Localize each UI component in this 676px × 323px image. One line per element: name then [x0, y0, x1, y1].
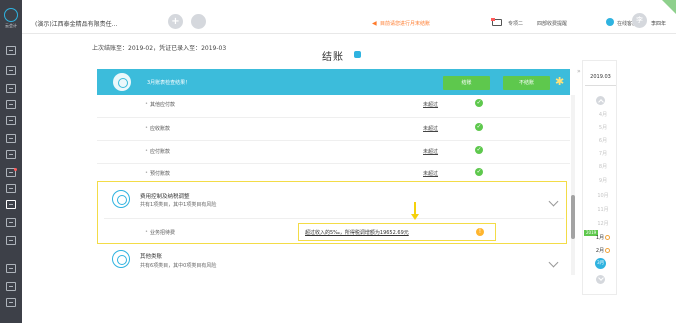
top-bar: (演示)江西泰金精品有限责任... + ◀ 目前请您进行月末结账 专项二 四部收… [22, 0, 676, 34]
bullet: • [145, 148, 148, 154]
current-period: 2019.03 [585, 74, 616, 86]
logo-text: 云会计 [5, 23, 17, 28]
logo-icon [4, 8, 18, 22]
scroll-down-icon[interactable] [596, 275, 605, 284]
check-icon: ✓ [475, 99, 483, 107]
avatar[interactable]: 李 [632, 13, 647, 28]
row-status-link[interactable]: 未超过 [423, 170, 438, 177]
nav-asset-icon[interactable] [6, 150, 16, 159]
speaker-icon: ◀ [372, 20, 377, 27]
divider [97, 163, 570, 164]
month-current[interactable]: 3月 [595, 258, 606, 269]
star-icon [112, 250, 130, 268]
closing-info: 上次结账至：2019-02，凭证已录入至：2019-03 [92, 45, 227, 52]
nav-payroll-icon[interactable] [6, 184, 16, 193]
month-item-done[interactable]: 2月 [588, 247, 618, 254]
nav-closing-icon[interactable] [6, 200, 16, 209]
app-logo[interactable]: 云会计 [2, 8, 20, 30]
row-label: 应收账款 [150, 126, 171, 132]
row-label: 应付账款 [150, 149, 171, 155]
closed-icon [605, 235, 611, 240]
check-icon: ✓ [475, 168, 483, 176]
corner-ribbon [662, 0, 676, 14]
month-item[interactable]: 9月 [588, 177, 618, 184]
group-title: 其他类账 [140, 254, 163, 260]
top-link-2[interactable]: 四部收费提醒 [537, 20, 567, 27]
row-status-link[interactable]: 未超过 [423, 148, 438, 155]
nav-settings-icon[interactable] [6, 236, 16, 245]
month-label: 2月 [595, 248, 605, 254]
row-status-link[interactable]: 未超过 [423, 125, 438, 132]
nav-backup-icon[interactable] [6, 264, 16, 273]
month-item-done[interactable]: 1月 [588, 234, 618, 241]
nav-chart-icon[interactable] [6, 84, 16, 93]
scroll-up-icon[interactable] [596, 96, 605, 105]
check-icon: ✓ [475, 123, 483, 131]
nav-link-icon[interactable] [6, 282, 16, 291]
close-books-button[interactable]: 结账 [443, 76, 490, 90]
month-item[interactable]: 6月 [588, 137, 618, 144]
annotation-arrow-head [411, 214, 419, 220]
nav-badge [14, 168, 17, 171]
scrollbar-thumb[interactable] [571, 195, 575, 239]
group-subtitle: 共有6项类目，其中0项类目有风险 [140, 263, 217, 269]
banner-text: 3月账表检查结果！ [147, 80, 191, 86]
info-icon[interactable] [354, 51, 361, 58]
row-label: 其他应付款 [150, 102, 176, 108]
add-icon[interactable]: + [168, 14, 183, 29]
nav-invoice-icon[interactable] [6, 134, 16, 143]
divider [104, 218, 564, 219]
nav-ledger-icon[interactable] [6, 100, 16, 109]
top-link-1[interactable]: 专项二 [508, 20, 523, 27]
left-sidebar: 云会计 [0, 0, 22, 323]
month-item[interactable]: 4月 [588, 111, 618, 118]
collapse-arrow-icon[interactable]: » [577, 68, 581, 75]
nav-inventory-icon[interactable] [6, 218, 16, 227]
expense-icon [112, 190, 130, 208]
inspect-icon [113, 73, 131, 91]
divider [97, 117, 570, 118]
check-icon: ✓ [475, 146, 483, 154]
month-item[interactable]: 5月 [588, 124, 618, 131]
bullet: • [145, 170, 148, 176]
nav-report-icon[interactable] [6, 116, 16, 125]
bullet: • [145, 229, 148, 235]
month-item[interactable]: 12月 [588, 220, 618, 227]
divider [97, 140, 570, 141]
month-item[interactable]: 11月 [588, 206, 618, 213]
group-subtitle: 共有1项类目，其中1项类目有风险 [140, 202, 217, 208]
month-item[interactable]: 10月 [588, 192, 618, 199]
bullet: • [145, 101, 148, 107]
warning-text[interactable]: 超过收入的5‰，所得税调增额为19652.69元 [305, 229, 409, 236]
chevron-down-icon[interactable] [548, 257, 559, 268]
month-item[interactable]: 8月 [588, 163, 618, 170]
nav-doc-icon[interactable] [6, 298, 16, 307]
nav-home-icon[interactable] [6, 46, 16, 55]
skip-closing-button[interactable]: 不结账 [503, 76, 550, 90]
nav-voucher-icon[interactable] [6, 66, 16, 75]
service-icon[interactable] [606, 18, 614, 26]
expense-item-label: 业务招待费 [150, 230, 176, 236]
month-label: 1月 [595, 235, 605, 241]
message-icon[interactable] [491, 18, 502, 26]
check-banner: 3月账表检查结果！ 结账 不结账 ✱ [97, 69, 570, 95]
page-title: 结账 [322, 52, 344, 63]
group-title: 费用控制及纳税调整 [140, 194, 190, 200]
row-label: 预付账款 [150, 171, 171, 177]
apps-icon[interactable] [191, 14, 206, 29]
settings-gear-icon[interactable]: ✱ [555, 75, 564, 88]
username[interactable]: 李四年 [651, 20, 666, 27]
notice-text[interactable]: 目前请您进行月末结账 [380, 20, 430, 27]
company-selector[interactable]: (演示)江西泰金精品有限责任... [35, 19, 117, 28]
closed-icon [605, 248, 611, 253]
row-status-link[interactable]: 未超过 [423, 101, 438, 108]
scrollbar-track[interactable] [571, 95, 575, 275]
warning-icon: ! [476, 228, 484, 236]
month-item[interactable]: 7月 [588, 150, 618, 157]
bullet: • [145, 125, 148, 131]
